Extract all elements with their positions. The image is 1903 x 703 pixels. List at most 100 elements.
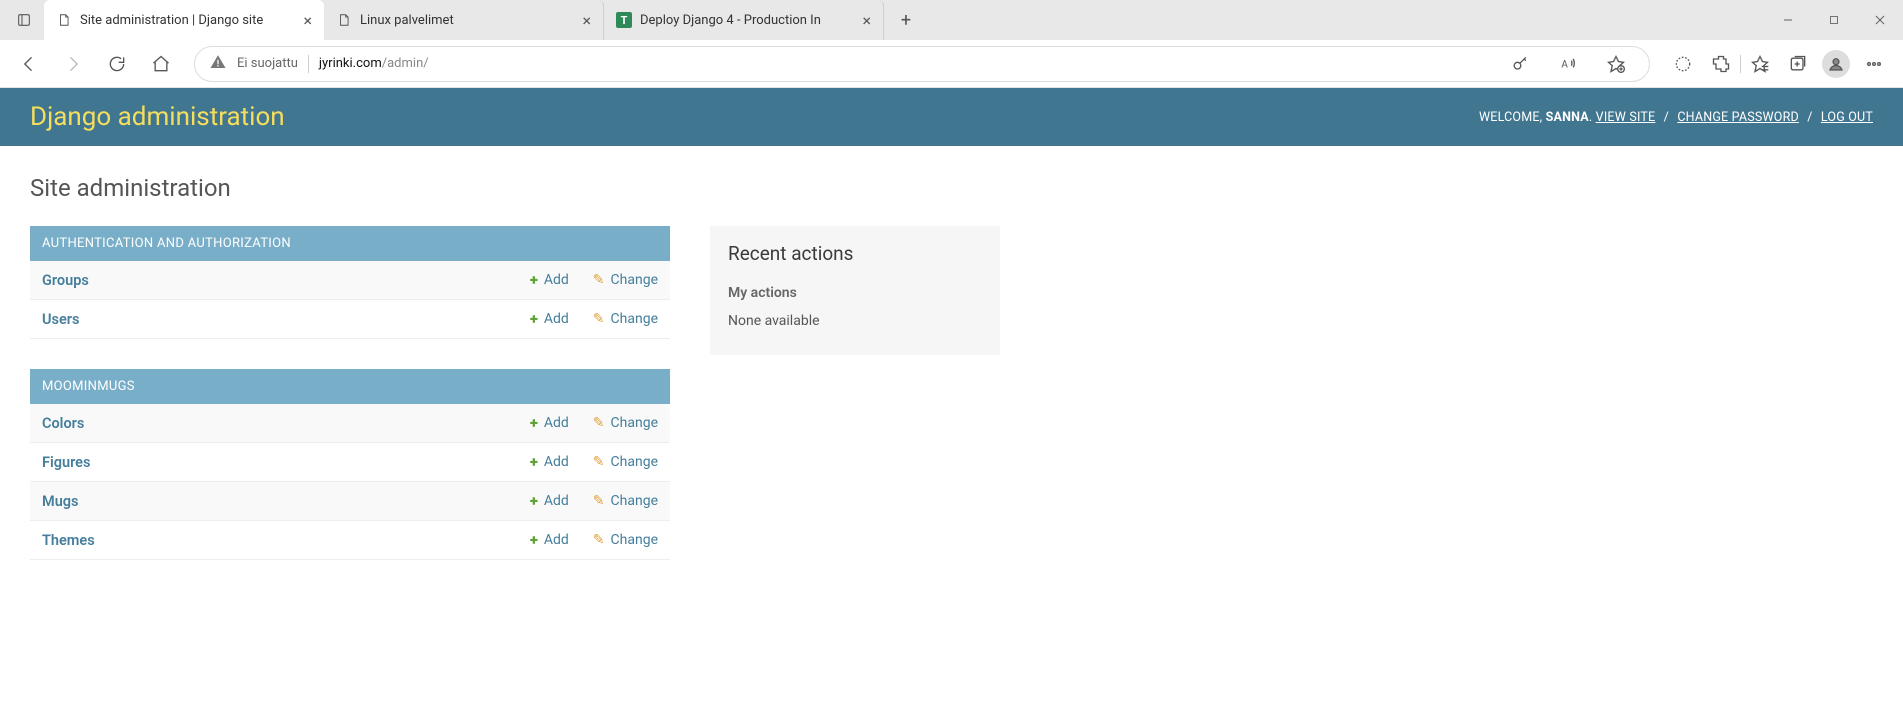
plus-icon: +: [530, 531, 538, 549]
change-label: Change: [611, 454, 658, 470]
add-label: Add: [544, 493, 569, 509]
change-link[interactable]: ✎Change: [593, 310, 658, 328]
favicon-icon: T: [616, 12, 632, 28]
window-minimize[interactable]: [1765, 0, 1811, 40]
toolbar-app-icon[interactable]: [1664, 45, 1702, 83]
favorites-menu-icon[interactable]: [1741, 45, 1779, 83]
read-aloud-icon[interactable]: A: [1549, 45, 1587, 83]
model-row: Themes + Add ✎ Change: [30, 521, 670, 560]
logout-link[interactable]: LOG OUT: [1821, 110, 1873, 125]
admin-module: MOOMINMUGSColors+Add✎ChangeFigures+Add✎C…: [30, 369, 670, 560]
separator: [308, 55, 309, 73]
module-caption[interactable]: MOOMINMUGS: [30, 369, 670, 404]
browser-tab[interactable]: Linux palvelimet ×: [324, 0, 604, 40]
tab-title: Site administration | Django site: [80, 13, 295, 28]
add-link[interactable]: + Add: [530, 531, 569, 549]
favorites-icon[interactable]: [1597, 45, 1635, 83]
welcome-label: WELCOME,: [1479, 110, 1546, 125]
window-controls: [1765, 0, 1903, 40]
add-link[interactable]: + Add: [530, 414, 569, 432]
add-link[interactable]: + Add: [530, 271, 569, 289]
add-link[interactable]: + Add: [530, 492, 569, 510]
brand-link[interactable]: Django administration: [30, 102, 285, 132]
tab-bar: Site administration | Django site×Linux …: [0, 0, 1903, 40]
model-row: Mugs + Add ✎Change: [30, 482, 670, 521]
url-text: jyrinki.com/admin/: [319, 56, 1491, 71]
module-caption[interactable]: AUTHENTICATION AND AUTHORIZATION: [30, 226, 670, 261]
change-link[interactable]: ✎ Change: [593, 453, 658, 471]
profile-avatar[interactable]: [1817, 45, 1855, 83]
collections-icon[interactable]: [1779, 45, 1817, 83]
plus-icon: +: [530, 271, 538, 289]
change-password-link[interactable]: CHANGE PASSWORD: [1677, 110, 1799, 125]
address-bar[interactable]: Ei suojattu jyrinki.com/admin/ A: [194, 46, 1650, 82]
module-list: AUTHENTICATION AND AUTHORIZATIONGroups+A…: [30, 226, 670, 590]
add-label: Add: [544, 311, 569, 327]
view-site-link[interactable]: VIEW SITE: [1596, 110, 1656, 125]
saved-passwords-icon[interactable]: [1501, 45, 1539, 83]
plus-icon: +: [530, 453, 538, 471]
model-link[interactable]: Colors: [42, 415, 84, 432]
pencil-icon: ✎: [593, 311, 605, 327]
pencil-icon: ✎: [593, 493, 605, 509]
model-link[interactable]: Themes: [42, 532, 95, 549]
add-link[interactable]: +Add: [530, 310, 569, 328]
new-tab-button[interactable]: +: [890, 4, 922, 36]
toolbar: Ei suojattu jyrinki.com/admin/ A: [0, 40, 1903, 88]
model-row: Users +Add ✎Change: [30, 300, 670, 339]
change-link[interactable]: ✎Change: [593, 492, 658, 510]
favicon-icon: [336, 12, 352, 28]
page-title: Site administration: [30, 174, 1873, 202]
recent-actions-panel: Recent actions My actions None available: [710, 226, 1000, 355]
username: SANNA: [1546, 110, 1589, 125]
admin-module: AUTHENTICATION AND AUTHORIZATIONGroups+A…: [30, 226, 670, 339]
window-maximize[interactable]: [1811, 0, 1857, 40]
security-warning-icon: [209, 53, 227, 75]
add-label: Add: [544, 532, 569, 548]
model-row: Groups + Add ✎Change: [30, 261, 670, 300]
nav-home[interactable]: [142, 45, 180, 83]
svg-text:A: A: [1561, 59, 1568, 70]
nav-forward: [54, 45, 92, 83]
browser-chrome: Site administration | Django site×Linux …: [0, 0, 1903, 88]
window-close[interactable]: [1857, 0, 1903, 40]
change-label: Change: [611, 532, 658, 548]
plus-icon: +: [530, 492, 538, 510]
security-label: Ei suojattu: [237, 56, 298, 71]
model-link[interactable]: Mugs: [42, 493, 78, 510]
add-link[interactable]: + Add: [530, 453, 569, 471]
no-actions-text: None available: [728, 313, 982, 329]
pencil-icon: ✎: [593, 532, 605, 548]
tab-title: Linux palvelimet: [360, 13, 574, 28]
change-link[interactable]: ✎ Change: [593, 414, 658, 432]
change-label: Change: [611, 415, 658, 431]
django-header: Django administration WELCOME, SANNA. VI…: [0, 88, 1903, 146]
tab-close-icon[interactable]: ×: [862, 11, 871, 30]
pencil-icon: ✎: [593, 454, 605, 470]
change-link[interactable]: ✎ Change: [593, 531, 658, 549]
model-link[interactable]: Figures: [42, 454, 90, 471]
pencil-icon: ✎: [593, 415, 605, 431]
model-link[interactable]: Users: [42, 311, 79, 328]
more-menu-icon[interactable]: [1855, 45, 1893, 83]
extensions-icon[interactable]: [1702, 45, 1740, 83]
tab-close-icon[interactable]: ×: [303, 11, 312, 30]
add-label: Add: [544, 415, 569, 431]
change-link[interactable]: ✎Change: [593, 271, 658, 289]
recent-actions-title: Recent actions: [728, 242, 982, 265]
tab-title: Deploy Django 4 - Production In: [640, 13, 854, 28]
tab-close-icon[interactable]: ×: [582, 11, 591, 30]
model-row: Figures + Add ✎ Change: [30, 443, 670, 482]
nav-back[interactable]: [10, 45, 48, 83]
pencil-icon: ✎: [593, 272, 605, 288]
model-link[interactable]: Groups: [42, 272, 89, 289]
add-label: Add: [544, 272, 569, 288]
tab-actions-btn[interactable]: [4, 0, 44, 40]
plus-icon: +: [530, 414, 538, 432]
model-row: Colors + Add ✎ Change: [30, 404, 670, 443]
browser-tab[interactable]: T Deploy Django 4 - Production In ×: [604, 0, 884, 40]
add-label: Add: [544, 454, 569, 470]
nav-refresh[interactable]: [98, 45, 136, 83]
browser-tab[interactable]: Site administration | Django site ×: [44, 0, 324, 40]
my-actions-heading: My actions: [728, 285, 982, 301]
